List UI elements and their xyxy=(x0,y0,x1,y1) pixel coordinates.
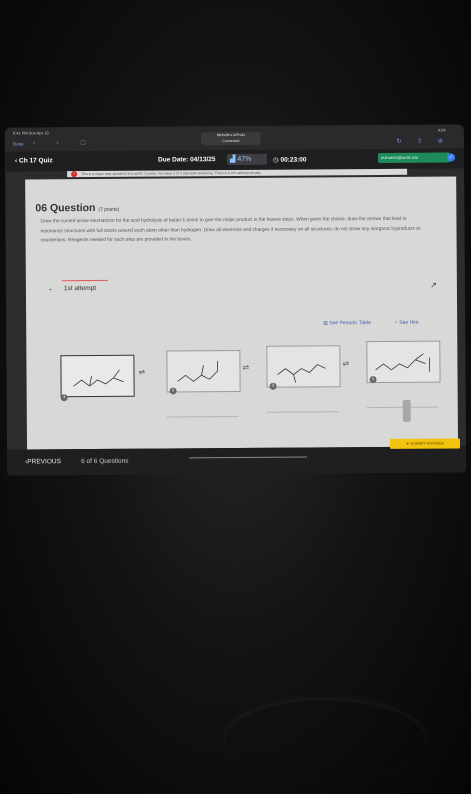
structure-drawing-3 xyxy=(277,364,326,383)
progress-divider xyxy=(189,456,308,459)
mechanism-box-2[interactable]: i xyxy=(166,349,241,395)
reagent-slot-2[interactable] xyxy=(266,411,339,413)
airpods-status: Connected xyxy=(222,138,240,143)
tablet-screen: 9:41 PM Sun Apr 13 Done ‹ › ▢ Michelle's… xyxy=(4,124,467,476)
done-button[interactable]: Done xyxy=(13,141,24,146)
hint-label: See Hint xyxy=(399,319,419,326)
score-value: 47% xyxy=(237,155,252,163)
info-icon[interactable]: i xyxy=(169,387,177,395)
info-icon[interactable]: i xyxy=(269,382,277,390)
question-instructions: Draw the curved arrow mechanism for the … xyxy=(40,216,421,244)
warning-icon: ! xyxy=(71,171,78,178)
question-title-text: 06 Question xyxy=(35,201,96,215)
browser-nav-icons[interactable]: ‹ › ▢ xyxy=(33,139,96,146)
structure-drawing-4 xyxy=(375,353,430,372)
expand-icon[interactable]: ↗ xyxy=(430,281,437,290)
attempt-toggle[interactable]: 1st attempt xyxy=(64,285,96,292)
scrollbar-thumb[interactable] xyxy=(402,399,411,422)
periodic-table-label: See Periodic Table xyxy=(329,320,371,327)
mechanism-box-1[interactable]: i xyxy=(60,354,135,402)
previous-button[interactable]: ‹PREVIOUS xyxy=(25,458,61,465)
timer-value: 00:23:00 xyxy=(280,156,307,164)
equilibrium-arrow-icon: ⇌ xyxy=(242,362,250,372)
structure-drawing-1 xyxy=(73,369,124,387)
hint-link[interactable]: ♀ See Hint xyxy=(394,320,418,326)
timer: ◷ 00:23:00 xyxy=(273,156,307,164)
attempt-banner-text: This is a major step question! It is wor… xyxy=(81,170,262,177)
screen-reflection xyxy=(225,700,425,780)
info-icon[interactable]: i xyxy=(369,376,377,384)
mechanism-box-4[interactable]: i xyxy=(366,340,441,384)
browser-action-icons[interactable]: ↻ ⇪ ⊘ xyxy=(396,137,449,144)
back-label: Ch 17 Quiz xyxy=(18,157,53,165)
previous-label: PREVIOUS xyxy=(27,458,61,466)
equilibrium-arrow-icon: ⇌ xyxy=(342,359,350,369)
user-email-badge[interactable]: mzhuerta@ucsd.edu xyxy=(377,152,451,164)
attempt-tab-indicator xyxy=(61,279,108,282)
status-time: 9:41 PM Sun Apr 13 xyxy=(12,130,49,136)
battery-indicator: 41% xyxy=(437,127,446,133)
chevron-down-icon[interactable]: ⌄ xyxy=(48,285,53,292)
back-to-quiz-link[interactable]: ‹ Ch 17 Quiz xyxy=(15,157,53,164)
periodic-table-link[interactable]: ▥ See Periodic Table xyxy=(323,320,371,326)
score-badge: ▟ 47% xyxy=(226,153,268,166)
submit-answer-button[interactable]: ➤ SUBMIT ANSWER xyxy=(389,438,461,449)
question-points: (7 points) xyxy=(98,206,120,213)
question-counter: 6 of 6 Questions xyxy=(81,457,129,466)
due-date: Due Date: 04/13/25 xyxy=(157,156,216,164)
airpods-indicator: Michelle's AirPods Connected xyxy=(200,131,261,146)
status-bar: 9:41 PM Sun Apr 13 Done ‹ › ▢ Michelle's… xyxy=(4,124,464,152)
reagent-slot-1[interactable] xyxy=(166,415,239,418)
question-panel: 06 Question (7 points) Draw the curved a… xyxy=(25,176,459,450)
equilibrium-arrow-icon: ⇌ xyxy=(138,367,146,377)
info-icon[interactable]: i xyxy=(60,394,68,402)
mechanism-box-3[interactable]: i xyxy=(266,345,341,390)
submit-label: SUBMIT ANSWER xyxy=(410,440,445,446)
attempt-banner: ! This is a major step question! It is w… xyxy=(67,168,408,178)
quiz-footer: ‹PREVIOUS 6 of 6 Questions ➤ SUBMIT ANSW… xyxy=(7,438,467,476)
account-icon[interactable]: ✓ xyxy=(446,153,456,162)
question-title: 06 Question (7 points) xyxy=(35,201,120,215)
structure-drawing-2 xyxy=(177,361,218,382)
